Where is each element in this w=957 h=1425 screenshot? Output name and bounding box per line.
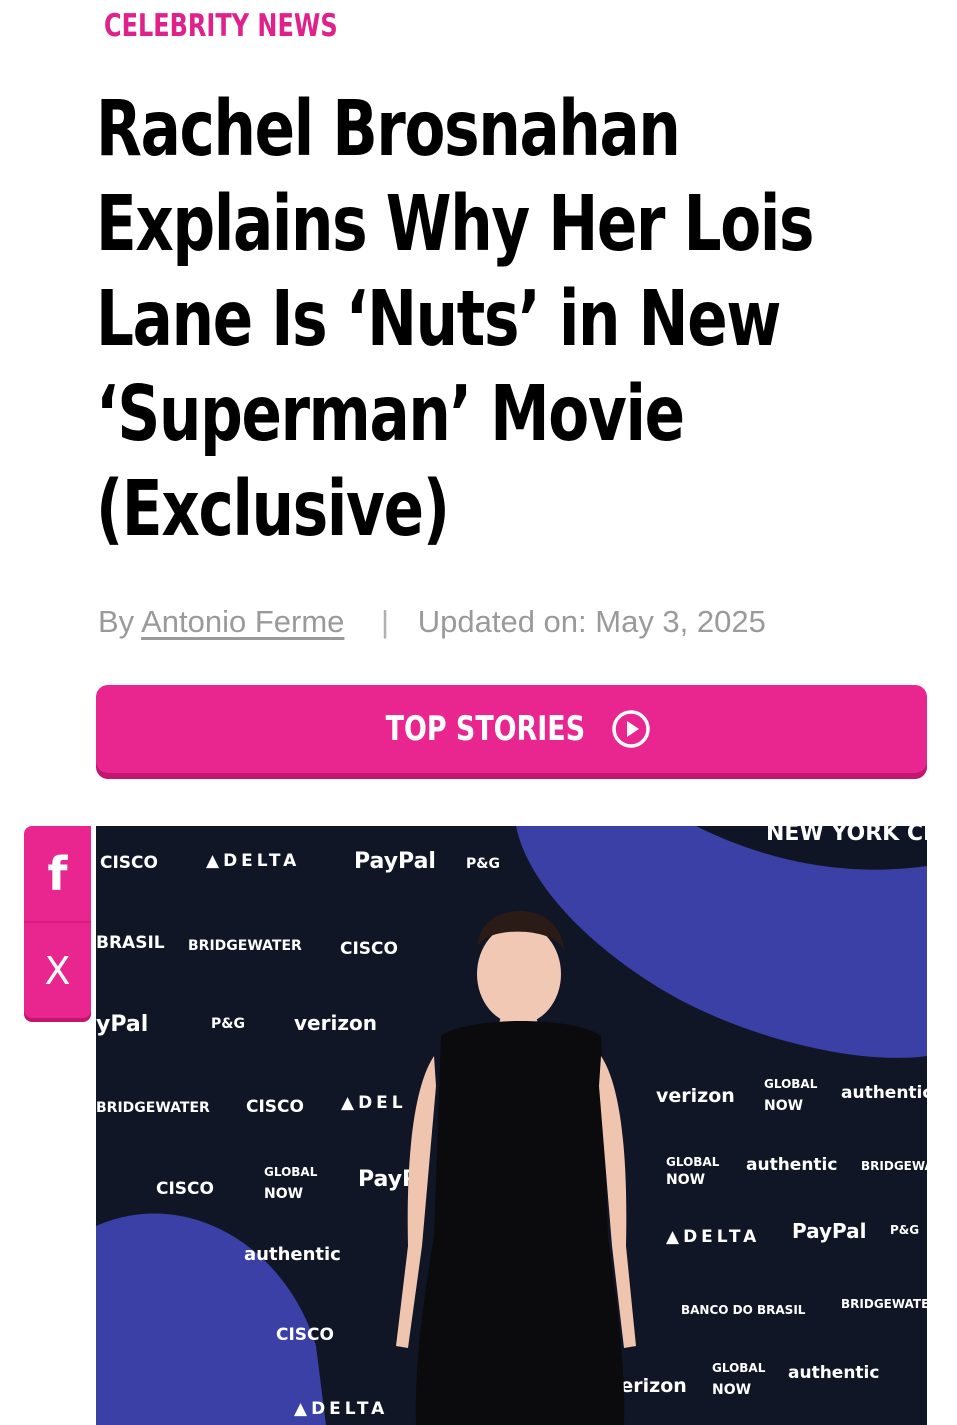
svg-text:CISCO: CISCO bbox=[100, 853, 158, 873]
svg-text:verizon: verizon bbox=[294, 1011, 377, 1035]
svg-text:verizon: verizon bbox=[656, 1085, 735, 1107]
svg-text:authentic: authentic bbox=[746, 1155, 837, 1175]
svg-text:▲DELTA: ▲DELTA bbox=[206, 851, 300, 871]
svg-text:authentic: authentic bbox=[841, 1083, 927, 1103]
svg-text:yPal: yPal bbox=[96, 1012, 148, 1037]
svg-text:BANCO DO BRASIL: BANCO DO BRASIL bbox=[681, 1303, 806, 1317]
svg-text:NOW: NOW bbox=[264, 1186, 303, 1202]
svg-text:authentic: authentic bbox=[244, 1244, 341, 1265]
share-bar: f X bbox=[24, 826, 91, 1018]
step-and-repeat-backdrop: NEW YORK CITY CISCO ▲DELTA PayPal P&G BR… bbox=[96, 826, 927, 1425]
x-share-button[interactable]: X bbox=[24, 923, 91, 1018]
svg-text:CISCO: CISCO bbox=[340, 939, 398, 959]
byline-separator: | bbox=[381, 604, 390, 639]
play-circle-icon bbox=[612, 710, 650, 748]
svg-text:NOW: NOW bbox=[764, 1098, 803, 1114]
svg-text:PayPal: PayPal bbox=[354, 849, 436, 874]
svg-text:NOW: NOW bbox=[712, 1382, 751, 1398]
top-stories-label: TOP STORIES bbox=[385, 709, 586, 749]
byline-prefix: By bbox=[98, 604, 135, 639]
svg-text:BRIDGEWA: BRIDGEWA bbox=[861, 1159, 927, 1173]
svg-text:BRIDGEWATER: BRIDGEWATER bbox=[188, 938, 302, 954]
backdrop-corner-text: NEW YORK CITY bbox=[766, 826, 927, 846]
facebook-icon: f bbox=[47, 846, 68, 901]
svg-text:GLOBAL: GLOBAL bbox=[666, 1155, 720, 1169]
svg-text:NOW: NOW bbox=[666, 1172, 705, 1188]
svg-text:PayPal: PayPal bbox=[792, 1219, 867, 1243]
top-stories-button[interactable]: TOP STORIES bbox=[96, 685, 927, 773]
svg-text:P&G: P&G bbox=[466, 856, 500, 872]
updated-date: Updated on: May 3, 2025 bbox=[417, 604, 766, 639]
category-label[interactable]: CELEBRITY NEWS bbox=[104, 8, 338, 44]
facebook-share-button[interactable]: f bbox=[24, 826, 91, 923]
author-link[interactable]: Antonio Ferme bbox=[141, 604, 344, 639]
svg-text:▲DELTA: ▲DELTA bbox=[666, 1227, 760, 1247]
svg-text:BRIDGEWATER: BRIDGEWATER bbox=[96, 1100, 210, 1116]
svg-text:BRIDGEWATER: BRIDGEWATER bbox=[841, 1297, 927, 1311]
x-icon: X bbox=[44, 948, 71, 993]
svg-text:BRASIL: BRASIL bbox=[96, 933, 165, 953]
svg-text:authentic: authentic bbox=[788, 1363, 879, 1383]
svg-text:GLOBAL: GLOBAL bbox=[764, 1077, 818, 1091]
svg-text:GLOBAL: GLOBAL bbox=[712, 1361, 766, 1375]
svg-text:▲DELTA: ▲DELTA bbox=[294, 1399, 388, 1419]
hero-image: NEW YORK CITY CISCO ▲DELTA PayPal P&G BR… bbox=[96, 826, 927, 1425]
svg-text:P&G: P&G bbox=[211, 1016, 245, 1032]
svg-text:P&G: P&G bbox=[890, 1223, 919, 1237]
svg-text:CISCO: CISCO bbox=[246, 1097, 304, 1117]
article-headline: Rachel Brosnahan Explains Why Her Lois L… bbox=[96, 85, 814, 554]
svg-text:CISCO: CISCO bbox=[276, 1325, 334, 1345]
svg-text:▲DEL: ▲DEL bbox=[341, 1093, 407, 1113]
svg-text:GLOBAL: GLOBAL bbox=[264, 1165, 318, 1179]
svg-text:CISCO: CISCO bbox=[156, 1179, 214, 1199]
byline: By Antonio Ferme | Updated on: May 3, 20… bbox=[98, 604, 766, 640]
